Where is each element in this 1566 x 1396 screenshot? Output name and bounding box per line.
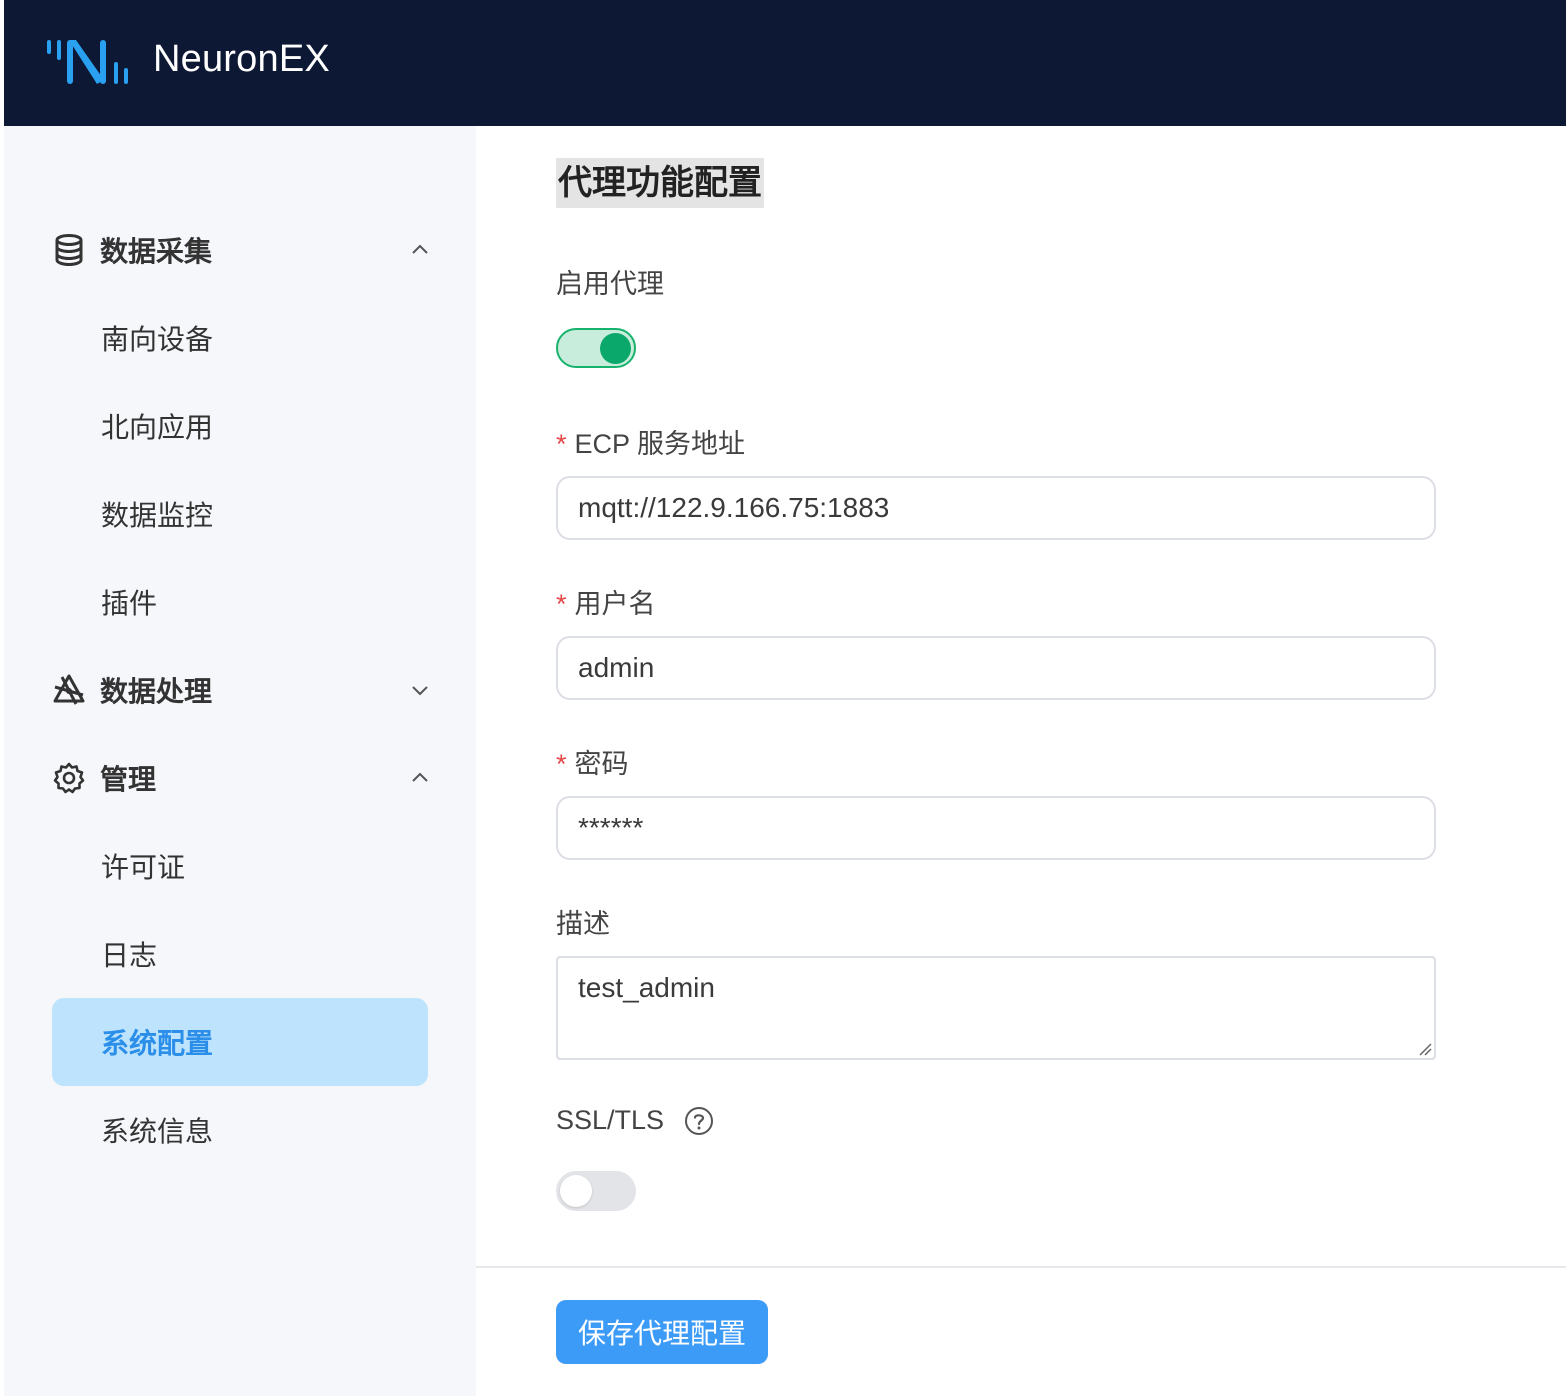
sidebar-group-data-processing[interactable]: 数据处理 [52, 660, 432, 720]
chevron-up-icon [412, 772, 428, 782]
ecp-address-label: * ECP 服务地址 [556, 422, 745, 461]
sidebar-item-north-apps[interactable]: 北向应用 [52, 382, 428, 470]
resize-handle-icon[interactable] [1416, 1040, 1432, 1056]
divider [476, 1266, 1566, 1268]
sidebar-group-management[interactable]: 管理 [52, 748, 432, 808]
description-textarea[interactable]: test_admin [556, 956, 1436, 1060]
data-processing-icon [52, 673, 86, 707]
required-mark: * [556, 589, 567, 619]
gear-icon [52, 761, 86, 795]
description-value: test_admin [578, 972, 715, 1003]
ssl-tls-switch[interactable] [556, 1171, 636, 1211]
sidebar-item-logs[interactable]: 日志 [52, 910, 428, 998]
switch-knob [560, 1175, 592, 1207]
username-label: * 用户名 [556, 582, 656, 621]
sidebar-item-data-monitoring[interactable]: 数据监控 [52, 470, 428, 558]
enable-proxy-switch[interactable] [556, 328, 636, 368]
top-bar: NeuronEX [4, 0, 1566, 126]
switch-knob [600, 333, 631, 364]
page-title: 代理功能配置 [556, 158, 764, 208]
chevron-down-icon [412, 686, 428, 696]
sidebar-item-license[interactable]: 许可证 [52, 822, 428, 910]
password-label-text: 密码 [574, 749, 629, 779]
sidebar-group-label: 数据处理 [100, 675, 213, 708]
username-input[interactable]: admin [556, 636, 1436, 700]
database-icon [52, 233, 86, 267]
sidebar-item-plugins[interactable]: 插件 [52, 558, 428, 646]
chevron-up-icon [412, 244, 428, 254]
ssl-tls-label: SSL/TLS [556, 1105, 665, 1135]
password-label: * 密码 [556, 742, 629, 781]
sidebar-item-system-config[interactable]: 系统配置 [52, 998, 428, 1086]
sidebar: 数据采集 南向设备 北向应用 数据监控 插件 数据处理 管理 许可证 日志 系统… [4, 126, 476, 1396]
required-mark: * [556, 749, 567, 779]
neuronex-logo-icon [47, 40, 128, 84]
description-label: 描述 [556, 909, 610, 939]
question-circle-icon[interactable] [684, 1106, 714, 1136]
enable-proxy-label: 启用代理 [556, 269, 664, 299]
sidebar-group-label: 数据采集 [100, 235, 213, 268]
sidebar-group-data-collection[interactable]: 数据采集 [52, 220, 432, 280]
password-input[interactable]: ****** [556, 796, 1436, 860]
ecp-address-label-text: ECP 服务地址 [574, 429, 746, 459]
sidebar-item-south-devices[interactable]: 南向设备 [52, 294, 428, 382]
app-name: NeuronEX [153, 38, 330, 80]
proxy-config-panel: 代理功能配置 启用代理 * ECP 服务地址 mqtt://122.9.166.7… [476, 126, 1566, 1396]
required-mark: * [556, 429, 567, 459]
sidebar-item-system-info[interactable]: 系统信息 [52, 1086, 428, 1174]
sidebar-group-label: 管理 [100, 763, 157, 796]
ecp-address-input[interactable]: mqtt://122.9.166.75:1883 [556, 476, 1436, 540]
username-label-text: 用户名 [574, 589, 656, 619]
save-proxy-config-button[interactable]: 保存代理配置 [556, 1300, 768, 1364]
